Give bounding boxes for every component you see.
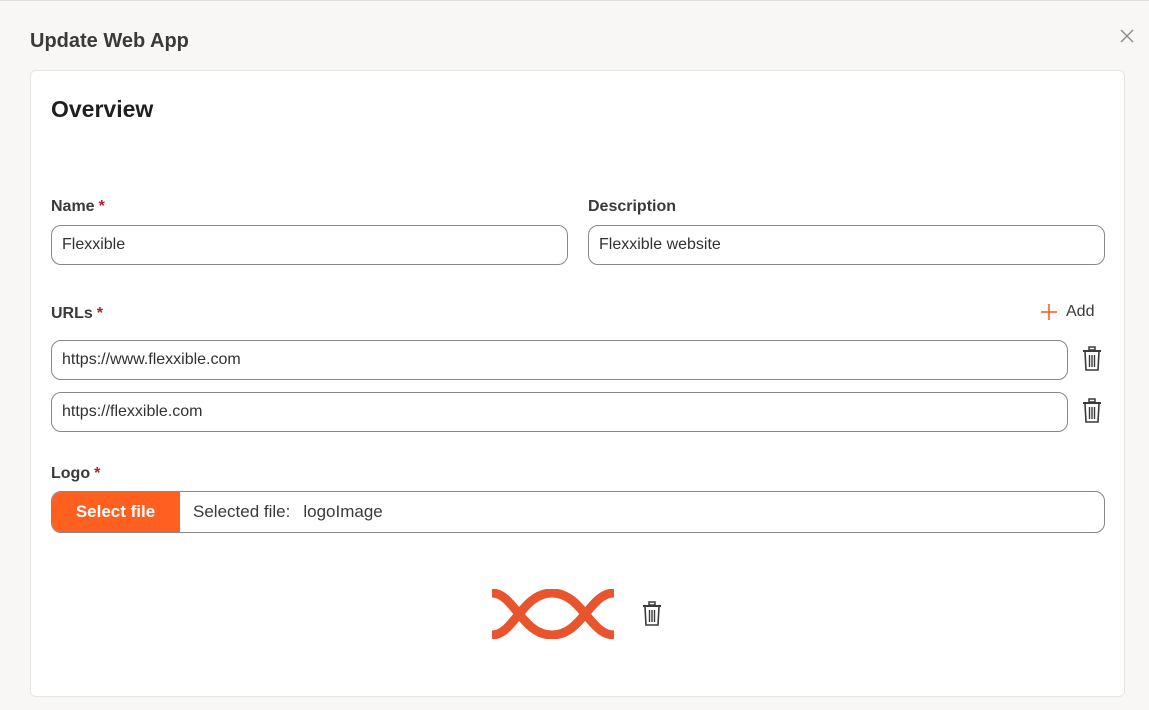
overview-card: Overview Name* Description URLs* Add: [30, 70, 1125, 697]
add-url-button[interactable]: Add: [1040, 303, 1094, 321]
selected-file-name: logoImage: [303, 502, 383, 521]
flexxible-logo-icon: [491, 588, 615, 640]
logo-label: Logo *: [51, 465, 100, 483]
delete-url-button-1[interactable]: [1079, 345, 1105, 373]
description-input[interactable]: [588, 225, 1105, 265]
url-input-2[interactable]: [51, 392, 1068, 432]
delete-url-button-2[interactable]: [1079, 397, 1105, 425]
logo-file-picker: Select file Selected file: logoImage: [51, 491, 1105, 533]
plus-icon: [1041, 304, 1057, 320]
trash-icon: [1083, 398, 1101, 423]
name-input[interactable]: [51, 225, 568, 265]
selected-file-prefix: Selected file:: [193, 502, 291, 521]
add-url-label: Add: [1066, 303, 1095, 320]
logo-preview: [490, 588, 616, 640]
name-label: Name *: [51, 198, 105, 216]
name-label-text: Name: [51, 198, 95, 215]
description-label: Description: [588, 198, 677, 215]
trash-icon: [1083, 346, 1101, 371]
name-required-mark: *: [98, 198, 105, 215]
close-icon: [1120, 29, 1134, 43]
urls-required-mark: *: [96, 305, 104, 322]
urls-label-text: URLs: [51, 305, 93, 322]
logo-required-mark: *: [94, 465, 101, 482]
urls-label: URLs *: [51, 305, 103, 323]
logo-label-text: Logo: [51, 465, 91, 482]
update-web-app-dialog: Update Web App Overview Name* Descriptio…: [0, 0, 1149, 710]
trash-icon: [643, 601, 661, 626]
url-input-1[interactable]: [51, 340, 1068, 380]
close-button[interactable]: [1117, 26, 1137, 46]
dialog-title: Update Web App: [30, 30, 189, 52]
delete-logo-button[interactable]: [639, 600, 665, 628]
select-file-button[interactable]: Select file: [52, 492, 180, 532]
section-title: Overview: [51, 96, 154, 122]
